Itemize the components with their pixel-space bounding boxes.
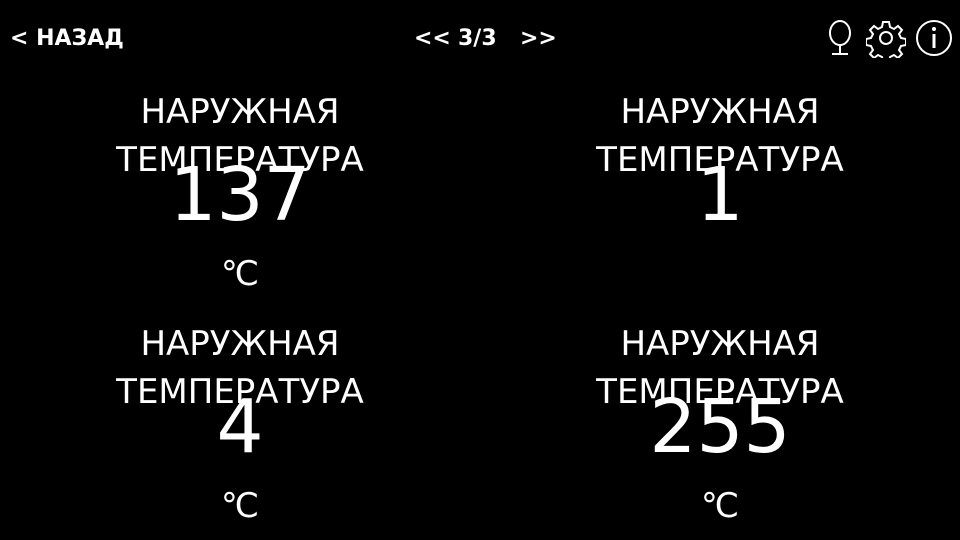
mirror-icon[interactable] [820, 18, 860, 58]
sensor-tile: НАРУЖНАЯ ТЕМПЕРАТУРА 137 ℃ [0, 88, 480, 318]
sensor-unit: ℃ [220, 254, 260, 294]
next-page-button[interactable]: >> [520, 24, 557, 54]
back-button[interactable]: < НАЗАД [10, 24, 124, 54]
gear-icon[interactable] [866, 18, 906, 58]
sensor-unit: ℃ [700, 486, 740, 526]
info-icon[interactable] [914, 18, 954, 58]
sensor-value: 1 [696, 152, 744, 238]
sensor-value: 137 [169, 152, 311, 238]
sensor-label-line1: НАРУЖНАЯ [620, 92, 820, 132]
sensor-tile: НАРУЖНАЯ ТЕМПЕРАТУРА 4 ℃ [0, 320, 480, 540]
sensor-value: 4 [216, 384, 264, 470]
sensor-label-line1: НАРУЖНАЯ [140, 324, 340, 364]
sensor-label-line1: НАРУЖНАЯ [620, 324, 820, 364]
sensor-value: 255 [649, 384, 791, 470]
sensor-label-line1: НАРУЖНАЯ [140, 92, 340, 132]
previous-page-button[interactable]: << [414, 24, 451, 54]
page-indicator: 3/3 [458, 26, 497, 51]
sensor-tile: НАРУЖНАЯ ТЕМПЕРАТУРА 255 ℃ [480, 320, 960, 540]
sensor-tile: НАРУЖНАЯ ТЕМПЕРАТУРА 1 [480, 88, 960, 318]
sensor-unit: ℃ [220, 486, 260, 526]
